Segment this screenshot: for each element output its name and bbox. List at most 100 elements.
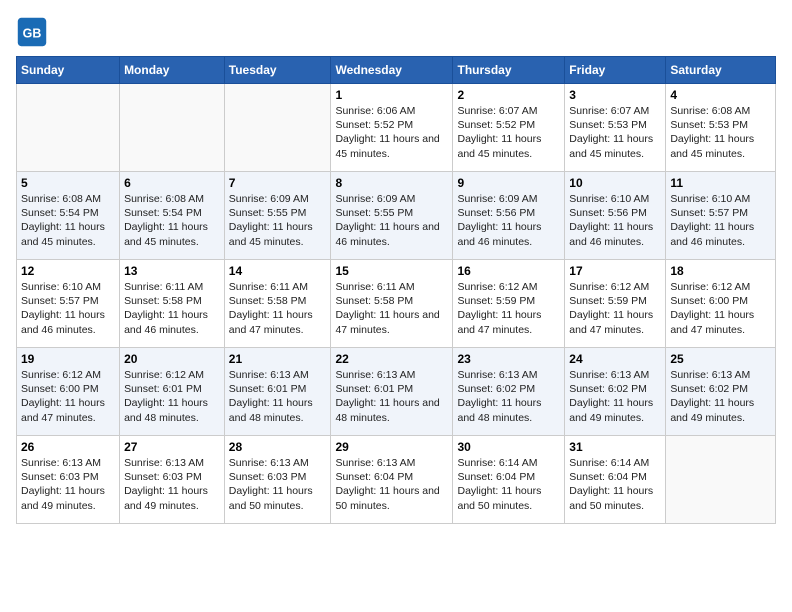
logo: GB <box>16 16 52 48</box>
day-content: Sunrise: 6:13 AM Sunset: 6:02 PM Dayligh… <box>457 368 560 425</box>
day-number: 9 <box>457 176 560 190</box>
day-number: 6 <box>124 176 220 190</box>
day-content: Sunrise: 6:08 AM Sunset: 5:53 PM Dayligh… <box>670 104 771 161</box>
calendar-cell: 1 Sunrise: 6:06 AM Sunset: 5:52 PM Daylig… <box>331 84 453 172</box>
day-content: Sunrise: 6:12 AM Sunset: 6:00 PM Dayligh… <box>670 280 771 337</box>
day-content: Sunrise: 6:13 AM Sunset: 6:01 PM Dayligh… <box>229 368 327 425</box>
day-content: Sunrise: 6:07 AM Sunset: 5:53 PM Dayligh… <box>569 104 661 161</box>
day-content: Sunrise: 6:10 AM Sunset: 5:57 PM Dayligh… <box>670 192 771 249</box>
weekday-header-tuesday: Tuesday <box>224 57 331 84</box>
day-content: Sunrise: 6:11 AM Sunset: 5:58 PM Dayligh… <box>229 280 327 337</box>
calendar-cell <box>120 84 225 172</box>
day-number: 5 <box>21 176 115 190</box>
day-content: Sunrise: 6:12 AM Sunset: 6:01 PM Dayligh… <box>124 368 220 425</box>
calendar-cell: 26Sunrise: 6:13 AM Sunset: 6:03 PM Dayli… <box>17 436 120 524</box>
day-content: Sunrise: 6:08 AM Sunset: 5:54 PM Dayligh… <box>124 192 220 249</box>
day-number: 13 <box>124 264 220 278</box>
calendar-cell: 5 Sunrise: 6:08 AM Sunset: 5:54 PM Daylig… <box>17 172 120 260</box>
day-number: 25 <box>670 352 771 366</box>
calendar-cell: 28 Sunrise: 6:13 AM Sunset: 6:03 PM Dayli… <box>224 436 331 524</box>
day-number: 14 <box>229 264 327 278</box>
calendar-week-row: 19 Sunrise: 6:12 AM Sunset: 6:00 PM Dayli… <box>17 348 776 436</box>
calendar-cell: 6 Sunrise: 6:08 AM Sunset: 5:54 PM Daylig… <box>120 172 225 260</box>
day-number: 19 <box>21 352 115 366</box>
day-number: 8 <box>335 176 448 190</box>
day-content: Sunrise: 6:09 AM Sunset: 5:56 PM Dayligh… <box>457 192 560 249</box>
weekday-header-monday: Monday <box>120 57 225 84</box>
calendar-cell: 31 Sunrise: 6:14 AM Sunset: 6:04 PM Dayli… <box>565 436 666 524</box>
day-number: 23 <box>457 352 560 366</box>
calendar-cell: 27 Sunrise: 6:13 AM Sunset: 6:03 PM Dayli… <box>120 436 225 524</box>
calendar-cell: 3 Sunrise: 6:07 AM Sunset: 5:53 PM Daylig… <box>565 84 666 172</box>
day-number: 22 <box>335 352 448 366</box>
day-number: 20 <box>124 352 220 366</box>
calendar-cell: 2Sunrise: 6:07 AM Sunset: 5:52 PM Daylig… <box>453 84 565 172</box>
day-number: 30 <box>457 440 560 454</box>
day-number: 1 <box>335 88 448 102</box>
day-number: 4 <box>670 88 771 102</box>
calendar-week-row: 26Sunrise: 6:13 AM Sunset: 6:03 PM Dayli… <box>17 436 776 524</box>
day-number: 7 <box>229 176 327 190</box>
calendar-cell: 14 Sunrise: 6:11 AM Sunset: 5:58 PM Dayli… <box>224 260 331 348</box>
day-number: 3 <box>569 88 661 102</box>
calendar-cell: 29 Sunrise: 6:13 AM Sunset: 6:04 PM Dayli… <box>331 436 453 524</box>
calendar-cell: 9 Sunrise: 6:09 AM Sunset: 5:56 PM Daylig… <box>453 172 565 260</box>
calendar-cell: 12 Sunrise: 6:10 AM Sunset: 5:57 PM Dayli… <box>17 260 120 348</box>
calendar-week-row: 5 Sunrise: 6:08 AM Sunset: 5:54 PM Daylig… <box>17 172 776 260</box>
logo-icon: GB <box>16 16 48 48</box>
calendar-cell: 23 Sunrise: 6:13 AM Sunset: 6:02 PM Dayli… <box>453 348 565 436</box>
day-content: Sunrise: 6:14 AM Sunset: 6:04 PM Dayligh… <box>569 456 661 513</box>
day-content: Sunrise: 6:12 AM Sunset: 5:59 PM Dayligh… <box>569 280 661 337</box>
day-content: Sunrise: 6:13 AM Sunset: 6:01 PM Dayligh… <box>335 368 448 425</box>
day-number: 12 <box>21 264 115 278</box>
day-content: Sunrise: 6:10 AM Sunset: 5:56 PM Dayligh… <box>569 192 661 249</box>
day-number: 11 <box>670 176 771 190</box>
day-content: Sunrise: 6:13 AM Sunset: 6:03 PM Dayligh… <box>229 456 327 513</box>
calendar-cell: 19 Sunrise: 6:12 AM Sunset: 6:00 PM Dayli… <box>17 348 120 436</box>
calendar-cell <box>666 436 776 524</box>
calendar-cell <box>17 84 120 172</box>
day-number: 31 <box>569 440 661 454</box>
day-content: Sunrise: 6:11 AM Sunset: 5:58 PM Dayligh… <box>124 280 220 337</box>
calendar-cell: 4 Sunrise: 6:08 AM Sunset: 5:53 PM Daylig… <box>666 84 776 172</box>
day-content: Sunrise: 6:09 AM Sunset: 5:55 PM Dayligh… <box>229 192 327 249</box>
day-content: Sunrise: 6:14 AM Sunset: 6:04 PM Dayligh… <box>457 456 560 513</box>
day-content: Sunrise: 6:06 AM Sunset: 5:52 PM Dayligh… <box>335 104 448 161</box>
calendar-cell: 11 Sunrise: 6:10 AM Sunset: 5:57 PM Dayli… <box>666 172 776 260</box>
calendar-week-row: 12 Sunrise: 6:10 AM Sunset: 5:57 PM Dayli… <box>17 260 776 348</box>
calendar-cell: 16Sunrise: 6:12 AM Sunset: 5:59 PM Dayli… <box>453 260 565 348</box>
calendar-cell: 21 Sunrise: 6:13 AM Sunset: 6:01 PM Dayli… <box>224 348 331 436</box>
day-content: Sunrise: 6:08 AM Sunset: 5:54 PM Dayligh… <box>21 192 115 249</box>
calendar-cell: 13 Sunrise: 6:11 AM Sunset: 5:58 PM Dayli… <box>120 260 225 348</box>
day-content: Sunrise: 6:13 AM Sunset: 6:04 PM Dayligh… <box>335 456 448 513</box>
calendar-week-row: 1 Sunrise: 6:06 AM Sunset: 5:52 PM Daylig… <box>17 84 776 172</box>
calendar-cell <box>224 84 331 172</box>
weekday-header-friday: Friday <box>565 57 666 84</box>
weekday-header-wednesday: Wednesday <box>331 57 453 84</box>
day-number: 2 <box>457 88 560 102</box>
day-number: 18 <box>670 264 771 278</box>
calendar-cell: 25 Sunrise: 6:13 AM Sunset: 6:02 PM Dayli… <box>666 348 776 436</box>
calendar-cell: 22 Sunrise: 6:13 AM Sunset: 6:01 PM Dayli… <box>331 348 453 436</box>
day-content: Sunrise: 6:13 AM Sunset: 6:03 PM Dayligh… <box>21 456 115 513</box>
page-header: GB <box>16 16 776 48</box>
day-content: Sunrise: 6:13 AM Sunset: 6:02 PM Dayligh… <box>670 368 771 425</box>
calendar-cell: 15Sunrise: 6:11 AM Sunset: 5:58 PM Dayli… <box>331 260 453 348</box>
calendar-table: SundayMondayTuesdayWednesdayThursdayFrid… <box>16 56 776 524</box>
calendar-cell: 8Sunrise: 6:09 AM Sunset: 5:55 PM Daylig… <box>331 172 453 260</box>
calendar-cell: 18 Sunrise: 6:12 AM Sunset: 6:00 PM Dayli… <box>666 260 776 348</box>
day-content: Sunrise: 6:13 AM Sunset: 6:03 PM Dayligh… <box>124 456 220 513</box>
day-number: 28 <box>229 440 327 454</box>
day-number: 16 <box>457 264 560 278</box>
day-content: Sunrise: 6:10 AM Sunset: 5:57 PM Dayligh… <box>21 280 115 337</box>
svg-text:GB: GB <box>23 26 42 40</box>
day-number: 29 <box>335 440 448 454</box>
day-number: 27 <box>124 440 220 454</box>
day-number: 15 <box>335 264 448 278</box>
day-number: 21 <box>229 352 327 366</box>
calendar-cell: 30 Sunrise: 6:14 AM Sunset: 6:04 PM Dayli… <box>453 436 565 524</box>
day-content: Sunrise: 6:12 AM Sunset: 6:00 PM Dayligh… <box>21 368 115 425</box>
calendar-cell: 7 Sunrise: 6:09 AM Sunset: 5:55 PM Daylig… <box>224 172 331 260</box>
calendar-cell: 24Sunrise: 6:13 AM Sunset: 6:02 PM Dayli… <box>565 348 666 436</box>
day-number: 10 <box>569 176 661 190</box>
